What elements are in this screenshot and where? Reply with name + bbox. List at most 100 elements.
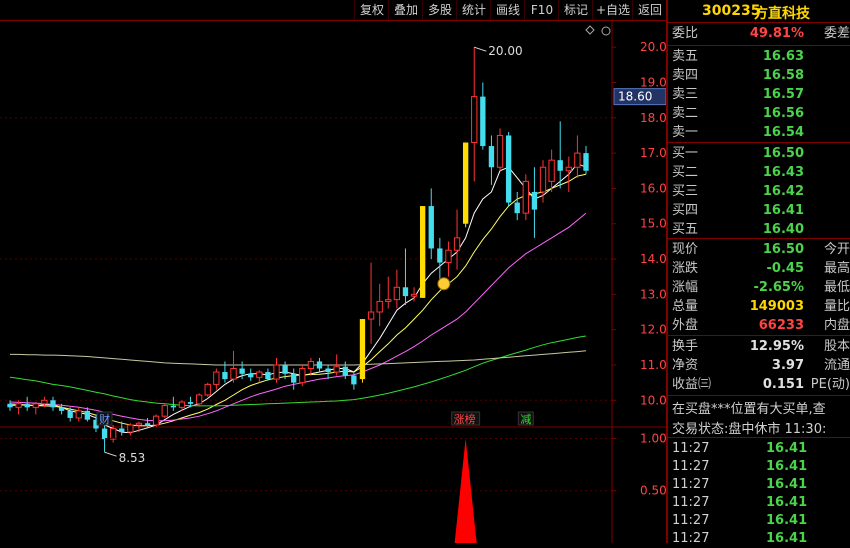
candle-body: [213, 371, 220, 385]
candle-body: [480, 96, 486, 147]
candle-body: [222, 372, 228, 380]
fundamental-row: 净资 3.97 流通: [668, 357, 850, 375]
candle-body: [471, 96, 478, 144]
tick-price: 16.41: [766, 441, 808, 456]
ask-row[interactable]: 卖四 16.58: [668, 67, 850, 85]
candle-body: [462, 142, 469, 224]
toolbar-button-5[interactable]: F10: [524, 0, 559, 20]
bid-row[interactable]: 买五 16.40: [668, 221, 850, 239]
bid-price: 16.41: [762, 203, 804, 218]
toolbar-button-4[interactable]: 画线: [490, 0, 525, 20]
candle-body: [307, 360, 315, 370]
ask-row[interactable]: 卖一 16.54: [668, 124, 850, 142]
candle-body: [531, 191, 538, 210]
candle-body: [367, 311, 375, 320]
ask-price: 16.54: [762, 125, 804, 140]
candle-body: [565, 166, 572, 172]
fundamental-label: 换手: [672, 339, 699, 354]
ask-label: 卖三: [672, 87, 699, 102]
stat-row: 涨幅 -2.65% 最低: [668, 279, 850, 297]
stat-label2: 最低: [823, 280, 850, 295]
candle-body: [385, 299, 392, 302]
ask-row[interactable]: 卖二 16.56: [668, 105, 850, 123]
price-tick-label: 10.00: [640, 393, 666, 407]
tick-time: 11:27: [672, 513, 710, 528]
ask-label: 卖五: [672, 49, 699, 64]
event-marker-label: 减: [520, 413, 531, 426]
webi-value: 49.81%: [749, 26, 804, 41]
bid-price: 16.42: [762, 184, 804, 199]
toolbar-button-6[interactable]: 标记: [558, 0, 593, 20]
price-tick-label: 17.00: [640, 146, 666, 160]
candle-body: [152, 415, 160, 426]
bid-label: 买一: [672, 146, 699, 161]
candle-body: [505, 135, 512, 203]
wecha-label: 委差: [823, 26, 850, 41]
bid-label: 买三: [672, 184, 699, 199]
stat-label: 涨跌: [672, 261, 699, 276]
chart-toolbar: 复权 叠加 多股 统计 画线 F10 标记 +自选 返回: [0, 0, 666, 21]
fundamental-label2: 流通: [823, 358, 850, 373]
webi-label: 委比: [672, 26, 699, 41]
stat-label: 总量: [672, 299, 699, 314]
toolbar-button-1[interactable]: 叠加: [388, 0, 423, 20]
ma-line-2: [9, 212, 587, 422]
ma-line-1: [9, 173, 587, 427]
kline-chart[interactable]: 20.00 19.00 18.00 17.00 16.00 15.00 14.00 13.00…: [0, 20, 666, 543]
event-marker-label: 涨榜: [454, 412, 476, 426]
ask-row[interactable]: 卖五 16.63: [668, 48, 850, 66]
candle-body: [178, 401, 186, 408]
stat-value: 149003: [749, 299, 804, 314]
toolbar-button-8[interactable]: 返回: [632, 0, 667, 20]
candle-body: [445, 249, 452, 264]
indicator-tick-label: 1.00: [640, 431, 666, 445]
broadcast-message[interactable]: 在买盘***位置有大买单,查: [672, 398, 850, 417]
candle-body: [419, 206, 426, 298]
bid-row[interactable]: 买一 16.50: [668, 145, 850, 163]
bid-label: 买四: [672, 203, 699, 218]
toolbar-button-0[interactable]: 复权: [354, 0, 389, 20]
ask-label: 卖四: [672, 68, 699, 83]
toolbar-button-3[interactable]: 统计: [456, 0, 491, 20]
indicator-spike: [454, 438, 477, 543]
stat-label2: 最高: [823, 261, 850, 276]
stat-value: 66233: [758, 318, 804, 333]
candle-body: [325, 368, 331, 373]
price-tick-label: 12.00: [640, 323, 666, 337]
bid-price: 16.50: [762, 146, 804, 161]
candle-body: [488, 146, 495, 168]
toolbar-button-2[interactable]: 多股: [422, 0, 457, 20]
candle-body: [187, 402, 194, 404]
ask-row[interactable]: 卖三 16.57: [668, 86, 850, 104]
stat-row: 涨跌 -0.45 最高: [668, 260, 850, 278]
stock-code: 300235: [702, 3, 761, 19]
ask-price: 16.57: [762, 87, 804, 102]
bid-row[interactable]: 买二 16.43: [668, 164, 850, 182]
price-tick-label: 11.00: [640, 358, 666, 372]
tick-price: 16.41: [766, 477, 808, 492]
bid-row[interactable]: 买四 16.41: [668, 202, 850, 220]
toolbar-button-7[interactable]: +自选: [592, 0, 633, 20]
bid-row[interactable]: 买三 16.42: [668, 183, 850, 201]
high-pointer: [474, 46, 487, 52]
candle-body: [248, 373, 254, 378]
fundamental-label2: 股本: [823, 339, 850, 354]
diamond-icon: [585, 25, 595, 35]
candle-body: [135, 422, 143, 426]
bid-price: 16.40: [762, 222, 804, 237]
candle-body: [522, 180, 529, 214]
candle-body: [376, 300, 383, 313]
tick-row: 11:27 16.41: [668, 440, 850, 458]
candle-body: [574, 152, 581, 168]
candle-body: [351, 375, 357, 385]
candle-body: [195, 394, 203, 405]
webi-row: 委比 49.81% 委差: [668, 25, 850, 43]
ask-price: 16.63: [762, 49, 804, 64]
fundamental-label: 净资: [672, 358, 699, 373]
candle-body: [437, 248, 443, 263]
stock-name: 方直科技: [754, 6, 810, 22]
tick-price: 16.41: [766, 495, 808, 510]
bid-label: 买二: [672, 165, 699, 180]
candle-body: [402, 287, 409, 297]
candle-body: [265, 372, 271, 380]
